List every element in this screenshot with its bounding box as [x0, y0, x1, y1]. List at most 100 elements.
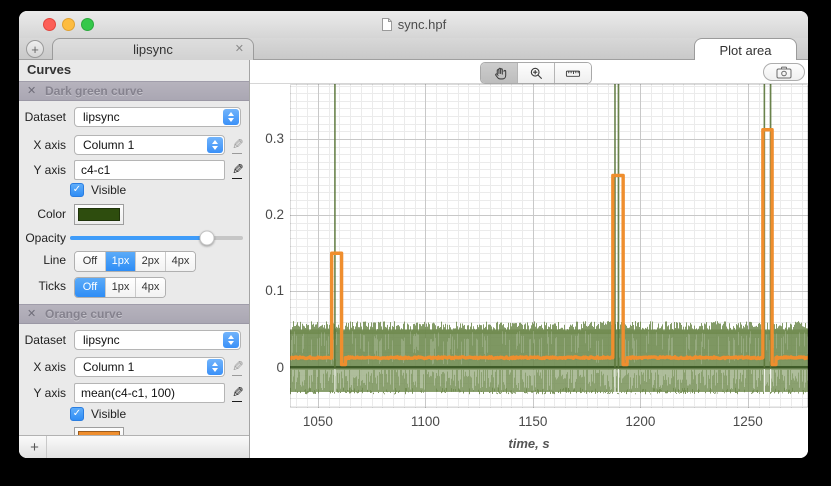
section-header-orange-curve[interactable]: ✕ Orange curve — [19, 304, 249, 324]
line-option[interactable]: Off — [75, 252, 105, 271]
y-axis-row: Y axis c4-c1 ✎ — [19, 160, 249, 180]
line-label: Line — [19, 251, 66, 270]
measure-tool-button[interactable] — [554, 63, 591, 83]
plot-toolbar — [250, 60, 808, 84]
tab-plot-area[interactable]: Plot area — [694, 38, 797, 61]
visible-checkbox[interactable]: ✓ — [70, 407, 84, 421]
y-tick-label: 0.1 — [250, 283, 284, 298]
hand-icon — [492, 66, 507, 81]
x-axis-select[interactable]: Column 1 — [74, 357, 225, 377]
plot-panel: 00.10.20.3 10501100115012001250 time, s — [250, 60, 808, 458]
x-tick-label: 1200 — [615, 414, 665, 429]
color-swatch — [78, 208, 120, 221]
remove-curve-icon[interactable]: ✕ — [27, 84, 36, 97]
y-expression-input[interactable]: mean(c4-c1, 100) — [74, 383, 225, 403]
line-width-row: Line Off 1px 2px 4px — [19, 251, 249, 270]
dropdown-stepper-icon — [223, 332, 239, 348]
x-tick-label: 1050 — [293, 414, 343, 429]
ticks-option[interactable]: 1px — [105, 278, 135, 297]
line-width-segmented: Off 1px 2px 4px — [74, 251, 196, 272]
ticks-label: Ticks — [19, 277, 66, 296]
dataset-label: Dataset — [19, 330, 66, 350]
dataset-row: Dataset lipsync — [19, 107, 249, 127]
edit-x-expression-button[interactable]: ✎ — [229, 358, 247, 376]
section-title: Dark green curve — [45, 84, 143, 98]
dataset-row: Dataset lipsync — [19, 330, 249, 350]
new-tab-button[interactable]: + — [26, 40, 44, 58]
y-axis-label: Y axis — [19, 383, 66, 403]
opacity-row: Opacity — [19, 230, 249, 246]
y-tick-label: 0 — [250, 360, 284, 375]
window-title-group: sync.hpf — [19, 11, 808, 38]
title-bar[interactable]: sync.hpf — [19, 11, 808, 39]
zoom-tool-button[interactable] — [517, 63, 554, 83]
sidebar-title: Curves — [27, 62, 71, 77]
add-curve-button[interactable]: + — [23, 436, 47, 458]
camera-icon — [776, 66, 792, 79]
ticks-option[interactable]: 4px — [135, 278, 165, 297]
color-well[interactable] — [74, 204, 124, 225]
line-option[interactable]: 2px — [135, 252, 165, 271]
dropdown-stepper-icon — [223, 109, 239, 125]
main-content: Curves ✕ Dark green curve Dataset lipsyn… — [19, 60, 808, 458]
pencil-icon: ✎ — [232, 162, 244, 178]
dropdown-stepper-icon — [207, 359, 223, 375]
y-tick-label: 0.2 — [250, 207, 284, 222]
dropdown-stepper-icon — [207, 137, 223, 153]
tab-close-icon[interactable]: ✕ — [235, 42, 244, 55]
slider-thumb[interactable] — [199, 231, 214, 246]
tab-title: lipsync — [133, 42, 173, 57]
edit-y-expression-button[interactable]: ✎ — [229, 161, 247, 179]
edit-y-expression-button[interactable]: ✎ — [229, 384, 247, 402]
x-axis-title: time, s — [250, 436, 808, 451]
document-icon — [381, 17, 393, 32]
x-axis-value: Column 1 — [83, 358, 134, 376]
x-axis-label: X axis — [19, 357, 66, 377]
visible-row: ✓ Visible — [19, 183, 249, 197]
opacity-label: Opacity — [19, 230, 66, 246]
x-axis-value: Column 1 — [83, 136, 134, 154]
tab-bar: + lipsync ✕ Plot area — [19, 38, 808, 60]
plot-canvas[interactable] — [290, 84, 808, 408]
color-row: Color — [19, 204, 249, 225]
app-window: sync.hpf + lipsync ✕ Plot area Curves ✕ … — [19, 11, 808, 458]
dataset-select[interactable]: lipsync — [74, 330, 241, 350]
pencil-icon: ✎ — [232, 385, 244, 401]
ruler-icon — [565, 66, 581, 81]
ticks-option[interactable]: Off — [75, 278, 105, 297]
x-axis-label: X axis — [19, 135, 66, 155]
visible-label: Visible — [91, 407, 126, 421]
plot-tools-segmented — [480, 62, 592, 84]
pencil-icon: ✎ — [232, 137, 244, 153]
line-option[interactable]: 1px — [105, 252, 135, 271]
y-axis-label: Y axis — [19, 160, 66, 180]
x-axis-row: X axis Column 1 ✎ — [19, 135, 249, 155]
sidebar-bottom-bar: + — [19, 435, 249, 458]
pan-tool-button[interactable] — [481, 63, 517, 83]
dataset-label: Dataset — [19, 107, 66, 127]
section-title: Orange curve — [45, 307, 122, 321]
line-option[interactable]: 4px — [165, 252, 195, 271]
slider-fill — [70, 236, 207, 240]
window-title: sync.hpf — [398, 17, 446, 32]
x-tick-label: 1150 — [508, 414, 558, 429]
x-tick-label: 1100 — [400, 414, 450, 429]
tab-lipsync[interactable]: lipsync ✕ — [52, 38, 254, 60]
x-axis-row: X axis Column 1 ✎ — [19, 357, 249, 377]
ticks-row: Ticks Off 1px 4px — [19, 277, 249, 296]
color-label: Color — [19, 204, 66, 224]
visible-checkbox[interactable]: ✓ — [70, 183, 84, 197]
y-expression-input[interactable]: c4-c1 — [74, 160, 225, 180]
snapshot-button[interactable] — [763, 63, 805, 81]
opacity-slider[interactable] — [70, 236, 243, 240]
dataset-select[interactable]: lipsync — [74, 107, 241, 127]
curves-sidebar: Curves ✕ Dark green curve Dataset lipsyn… — [19, 60, 250, 458]
remove-curve-icon[interactable]: ✕ — [27, 307, 36, 320]
x-axis-select[interactable]: Column 1 — [74, 135, 225, 155]
dataset-value: lipsync — [83, 331, 120, 349]
section-header-dark-green-curve[interactable]: ✕ Dark green curve — [19, 81, 249, 101]
y-tick-label: 0.3 — [250, 131, 284, 146]
dataset-value: lipsync — [83, 108, 120, 126]
edit-x-expression-button[interactable]: ✎ — [229, 136, 247, 154]
y-axis-row: Y axis mean(c4-c1, 100) ✎ — [19, 383, 249, 403]
